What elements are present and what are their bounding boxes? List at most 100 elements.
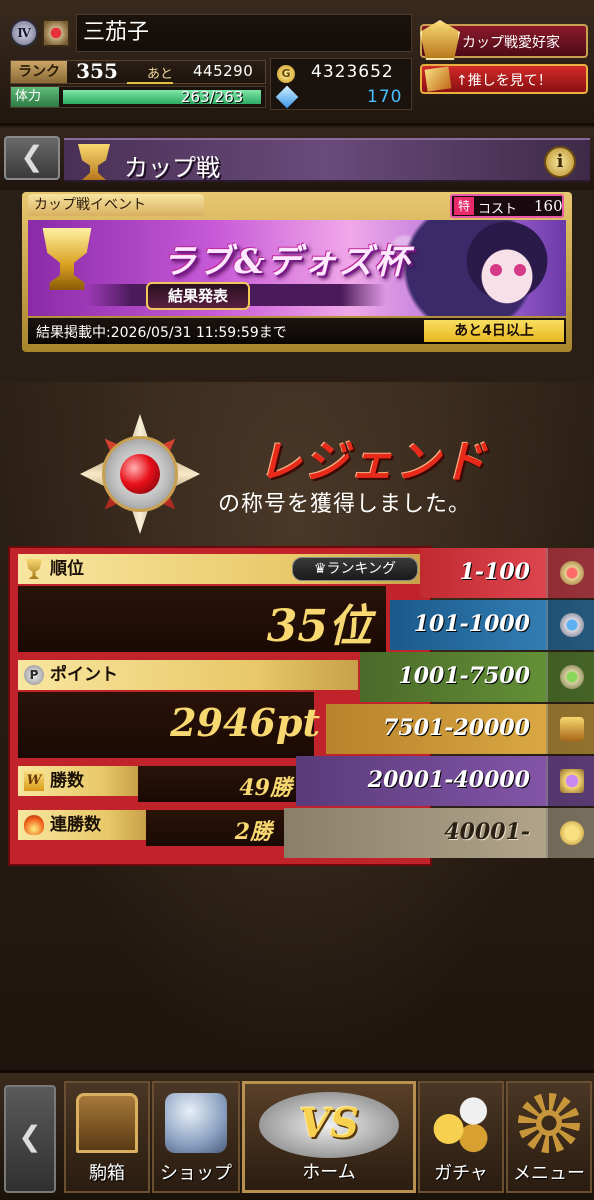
tier-range: 1001-7500 (398, 663, 530, 689)
back-button[interactable]: ❮ (4, 136, 60, 180)
event-artwork: ラブ&デォズ杯 結果発表 (28, 220, 566, 316)
title-medal-icon (42, 19, 70, 47)
stamina-label: 体力 (11, 87, 59, 107)
point-value: 2946pt (170, 700, 320, 745)
streak-header: 連勝数 (18, 810, 146, 840)
event-tab-label: カップ戦イベント (28, 194, 204, 216)
card-icon (424, 66, 452, 92)
tier-row: 1-100 (420, 548, 594, 598)
rank-value: 35位 (266, 601, 372, 652)
exp-progress-bar (127, 82, 173, 84)
info-button[interactable]: i (544, 146, 576, 178)
earned-title-name: レジェンド (258, 437, 488, 488)
stamina-value: 263/263 (181, 88, 244, 106)
vs-logo: VS (299, 1100, 359, 1147)
shop-jar-icon (165, 1093, 227, 1153)
tier-range: 101-1000 (413, 611, 530, 637)
tier-row: 101-1000 (390, 600, 594, 650)
event-period: 結果掲載中:2026/05/31 11:59:59まで (36, 325, 287, 341)
gem-value: 170 (367, 87, 403, 107)
nav-home-label: ホーム (302, 1162, 356, 1183)
nav-shop-label: ショップ (160, 1163, 232, 1184)
nav-box-button[interactable]: 駒箱 (64, 1081, 150, 1193)
streak-body: 2勝 (146, 810, 288, 846)
point-body: 2946pt (18, 692, 320, 758)
tier-1-medal-icon (560, 561, 584, 585)
currency-box[interactable]: G 4323652 170 (270, 58, 412, 110)
event-banner[interactable]: カップ戦イベント 特 コスト 160 ラブ&デォズ杯 結果発表 結果掲載中:20… (22, 192, 572, 352)
rank-label: 順位 (50, 559, 84, 579)
vs-icon: VS (259, 1092, 399, 1158)
event-cost-badge: 特 コスト 160 (450, 194, 564, 218)
tier-badge-icon: Ⅳ (10, 19, 38, 47)
title-badge-button[interactable]: カップ戦愛好家 (420, 20, 588, 60)
player-name[interactable]: 三茄子 (76, 14, 412, 52)
legend-medal-icon (80, 414, 200, 534)
tier-icon-box (546, 652, 594, 702)
tier-range: 40001- (444, 819, 530, 845)
earned-title-caption: の称号を獲得しました。 (218, 492, 472, 517)
bottom-nav: ❮ 駒箱 ショップ VS ホーム ガチャ メニュー (0, 1070, 594, 1200)
tier-3-medal-icon (560, 665, 584, 689)
tier-2-medal-icon (560, 613, 584, 637)
win-label: 勝数 (50, 771, 84, 791)
ranking-button[interactable]: ♛ランキング (292, 557, 418, 581)
oshi-button-label: ↑推しを見て！ (456, 73, 552, 89)
rank-header: 順位 ♛ランキング (18, 554, 422, 584)
tier-icon-box (546, 548, 594, 598)
nav-shop-button[interactable]: ショップ (152, 1081, 240, 1193)
tier-row: 1001-7500 (360, 652, 594, 702)
win-value: 49勝 (239, 775, 292, 801)
streak-value: 2勝 (234, 819, 272, 845)
tier-range: 20001-40000 (367, 767, 530, 793)
cup-icon (78, 144, 110, 180)
rank-value: 355 (76, 59, 118, 83)
stamina-box: 体力 263/263 (10, 86, 266, 108)
nav-menu-button[interactable]: メニュー (506, 1081, 592, 1193)
character-eye (490, 264, 502, 276)
fire-icon (24, 815, 44, 835)
oshi-button[interactable]: ↑推しを見て！ (420, 64, 588, 94)
coins-icon (430, 1093, 492, 1153)
tier-6-ribbon-icon (560, 821, 584, 845)
tier-row: 40001- (284, 808, 594, 858)
win-body: 49勝 (138, 766, 308, 802)
tier-icon-box (546, 808, 594, 858)
nav-home-button[interactable]: VS ホーム (242, 1081, 416, 1193)
tier-range: 1-100 (459, 559, 530, 585)
treasure-chest-icon (76, 1093, 138, 1153)
cost-label: コスト (478, 202, 518, 217)
next-exp-label: あと (147, 67, 174, 82)
tier-row: 7501-20000 (326, 704, 594, 754)
medal-gem (120, 454, 160, 494)
rank-body: 35位 (18, 586, 386, 652)
nav-back-button[interactable]: ❮ (4, 1085, 56, 1193)
cost-value: 160 (534, 197, 563, 215)
event-remaining: あと4日以上 (424, 320, 564, 342)
rank-label: ランク (11, 61, 67, 83)
nav-gacha-label: ガチャ (434, 1163, 488, 1184)
tier-icon-box (546, 600, 594, 650)
status-header: Ⅳ 三茄子 ランク 355 あと 445290 体力 263/263 G 432… (0, 0, 594, 126)
tier-icon-box (546, 704, 594, 754)
title-plate: カップ戦 i (64, 138, 590, 182)
point-header: P ポイント (18, 660, 358, 690)
gear-icon (518, 1093, 580, 1153)
point-label: ポイント (50, 665, 118, 685)
point-icon: P (24, 665, 44, 685)
special-mark: 特 (454, 197, 474, 215)
event-footer: 結果掲載中:2026/05/31 11:59:59まで あと4日以上 (28, 318, 566, 344)
event-logo: ラブ&デォズ杯 (162, 242, 411, 282)
trophy-icon (420, 20, 460, 60)
page-title: カップ戦 (124, 154, 220, 182)
title-bar: ❮ カップ戦 i (0, 128, 594, 190)
trophy-icon (26, 559, 42, 579)
tier-4-shield-icon (560, 717, 584, 741)
next-exp-value: 445290 (193, 62, 254, 80)
tier-icon-box (546, 756, 594, 806)
title-badge-label: カップ戦愛好家 (462, 35, 560, 51)
tier-range: 7501-20000 (383, 715, 530, 741)
nav-gacha-button[interactable]: ガチャ (418, 1081, 504, 1193)
tier-row: 20001-40000 (296, 756, 594, 806)
coin-icon: G (277, 65, 295, 83)
